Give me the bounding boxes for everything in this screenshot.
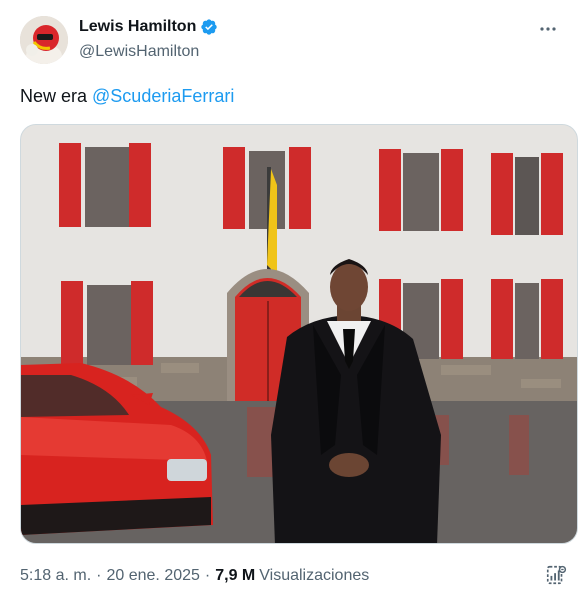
verified-badge-icon: [200, 18, 218, 36]
meta-separator: ·: [204, 567, 211, 584]
views-label: Visualizaciones: [259, 567, 370, 584]
author-display-name[interactable]: Lewis Hamilton: [79, 18, 196, 36]
tweet-text: New era @ScuderiaFerrari: [20, 85, 234, 107]
tweet-time[interactable]: 5:18 a. m.: [20, 567, 91, 585]
author-avatar[interactable]: [20, 16, 68, 64]
tweet-date[interactable]: 20 ene. 2025: [106, 567, 199, 585]
views-count: 7,9 M: [215, 567, 256, 584]
analytics-icon[interactable]: [543, 562, 569, 588]
more-options-icon[interactable]: [533, 14, 563, 44]
tweet-text-body: New era: [20, 86, 93, 106]
mention-link[interactable]: @ScuderiaFerrari: [92, 86, 234, 106]
tweet-meta: 5:18 a. m. · 20 ene. 2025 · 7,9 M Visual…: [20, 567, 369, 585]
tweet-card: Lewis Hamilton @LewisHamilton New era @S…: [0, 0, 585, 593]
photo-illustration: [21, 125, 577, 543]
author-name-row: Lewis Hamilton: [79, 18, 218, 36]
author-handle[interactable]: @LewisHamilton: [79, 43, 199, 61]
tweet-photo[interactable]: [20, 124, 578, 544]
meta-separator: ·: [96, 567, 102, 584]
